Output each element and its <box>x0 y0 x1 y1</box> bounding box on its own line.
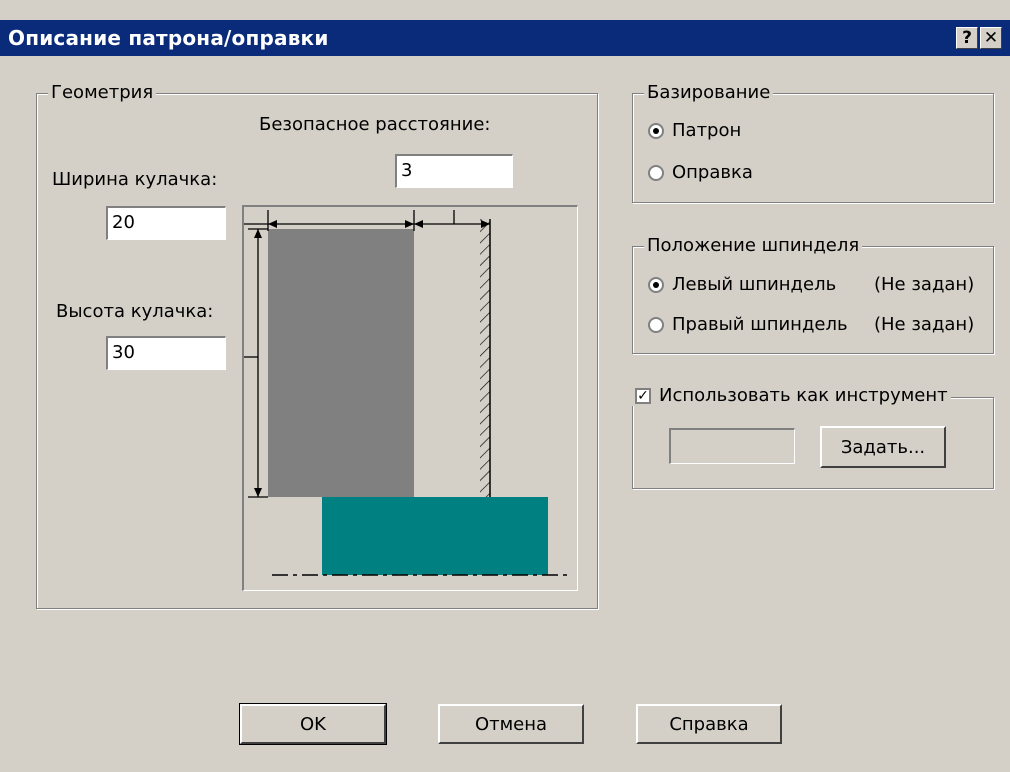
close-icon[interactable]: ✕ <box>980 27 1002 49</box>
workpiece-rect <box>322 497 548 575</box>
use-as-tool-label: Использовать как инструмент <box>659 385 948 406</box>
radio-left-spindle[interactable]: Левый шпиндель <box>648 274 836 295</box>
geometry-legend: Геометрия <box>48 83 157 103</box>
radio-left-spindle-label: Левый шпиндель <box>672 274 837 295</box>
ok-button[interactable]: OK <box>239 703 387 745</box>
basing-legend: Базирование <box>644 83 774 103</box>
chuck-diagram <box>242 205 578 591</box>
radio-right-spindle-label: Правый шпиндель <box>672 314 848 335</box>
chuck-diagram-svg <box>244 210 569 576</box>
radio-mandrel[interactable]: Оправка <box>648 162 753 183</box>
spindle-group <box>632 246 994 354</box>
tool-checkbox-row[interactable]: ✓ Использовать как инструмент <box>632 386 951 406</box>
window-title: Описание патрона/оправки <box>8 26 329 50</box>
dialog-window: Описание патрона/оправки ? ✕ Геометрия Б… <box>0 0 1010 772</box>
radio-chuck-label: Патрон <box>672 120 742 141</box>
right-spindle-status: (Не задан) <box>874 314 975 335</box>
jaw-height-input[interactable]: 30 <box>106 336 226 370</box>
radio-right-spindle[interactable]: Правый шпиндель <box>648 314 848 335</box>
radio-mandrel-label: Оправка <box>672 162 753 183</box>
basing-group <box>632 93 994 203</box>
radio-chuck[interactable]: Патрон <box>648 120 741 141</box>
help-button[interactable]: Справка <box>636 704 782 744</box>
spindle-legend: Положение шпинделя <box>644 236 863 256</box>
help-title-button[interactable]: ? <box>956 27 978 49</box>
safe-distance-label: Безопасное расстояние: <box>259 114 491 135</box>
radio-right-spindle-indicator[interactable] <box>648 316 664 333</box>
radio-mandrel-indicator[interactable] <box>648 164 664 181</box>
safe-distance-input[interactable]: 3 <box>395 154 513 188</box>
use-as-tool-checkbox[interactable]: ✓ <box>635 388 651 404</box>
jaw-width-input[interactable]: 20 <box>106 206 226 240</box>
jaw-width-label: Ширина кулачка: <box>52 169 218 190</box>
jaw-rect <box>268 229 414 497</box>
tool-field[interactable] <box>669 428 795 464</box>
cancel-button[interactable]: Отмена <box>438 704 584 744</box>
left-spindle-status: (Не задан) <box>874 274 975 295</box>
radio-chuck-indicator[interactable] <box>648 122 664 139</box>
title-bar[interactable]: Описание патрона/оправки ? ✕ <box>0 20 1010 56</box>
jaw-height-label: Высота кулачка: <box>56 301 214 322</box>
hatched-wall <box>480 219 490 497</box>
set-button[interactable]: Задать... <box>820 426 946 468</box>
radio-left-spindle-indicator[interactable] <box>648 276 664 293</box>
